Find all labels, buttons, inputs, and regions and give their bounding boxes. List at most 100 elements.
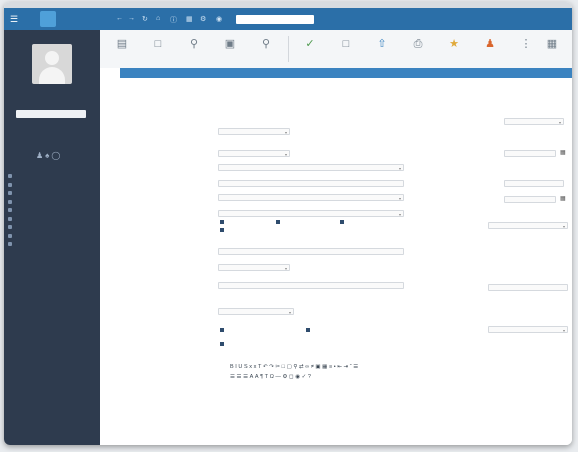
select-field[interactable]: ▾ — [488, 222, 568, 229]
text-field[interactable] — [218, 282, 404, 289]
nav-icon — [8, 182, 12, 187]
hamburger-icon[interactable]: ☰ — [10, 14, 20, 24]
sidebar-item[interactable] — [8, 181, 96, 190]
ribbon-button-save-close[interactable]: ▤ — [104, 33, 140, 66]
ribbon-button-export[interactable]: ⇧ — [364, 33, 400, 66]
calendar-icon[interactable]: ▦ — [186, 15, 193, 23]
sidebar-filter-input[interactable] — [16, 110, 86, 118]
sidebar-item[interactable] — [8, 240, 96, 249]
clock-icon[interactable]: ◯ — [51, 151, 62, 160]
select-field[interactable]: ▾ — [218, 164, 404, 171]
ribbon-button-new[interactable]: ▣ — [212, 33, 248, 66]
refresh-icon[interactable]: ↻ — [142, 15, 148, 23]
star-icon: ★ — [449, 38, 459, 50]
nav-icon — [8, 191, 12, 196]
sidebar-item[interactable] — [8, 172, 96, 181]
remove-chip-icon — [220, 219, 224, 224]
ribbon-button-extra[interactable]: ▦ — [534, 33, 570, 66]
calendar-icon[interactable]: ▦ — [560, 150, 566, 156]
align-left-icon[interactable]: ☰ — [353, 364, 360, 370]
rich-text-toolbar-row-1: BIUSxxT↶↷✂□▢⚲⇄∞≠▣▦≡•⇤⇥“☰ — [230, 364, 360, 370]
tab[interactable] — [240, 68, 260, 78]
tab-general[interactable] — [100, 68, 120, 78]
ribbon-button-save[interactable]: □ — [140, 33, 176, 66]
chevron-down-icon: ▾ — [558, 120, 561, 125]
select-field[interactable]: ▾ — [218, 264, 290, 271]
calendar-icon[interactable]: ▦ — [560, 196, 566, 202]
selected-chip[interactable] — [220, 219, 226, 224]
people-icon[interactable]: ♟ — [36, 151, 45, 160]
select-field[interactable]: ▾ — [218, 128, 290, 135]
ribbon-button-find[interactable]: ⚲ — [248, 33, 284, 66]
top-bar: ☰ ← → ↻ ⌂ ⓘ ▦ ⚙ ◉ — [4, 8, 572, 30]
ribbon-button-document[interactable]: □ — [328, 33, 364, 66]
tab[interactable] — [140, 68, 160, 78]
nav-icon — [8, 242, 12, 247]
table-icon[interactable]: ▦ — [322, 364, 329, 370]
app-window: ☰ ← → ↻ ⌂ ⓘ ▦ ⚙ ◉ ♟♠◯ ▤ □ ⚲ ▣ ⚲ ✓ □ ⇧ ⎙ … — [4, 2, 572, 445]
app-logo[interactable] — [40, 11, 56, 27]
text-field[interactable] — [488, 284, 568, 291]
forward-icon[interactable]: → — [128, 15, 135, 22]
help-icon[interactable]: ◉ — [216, 15, 222, 23]
nav-icon — [8, 233, 12, 238]
multi-select-field[interactable]: ▾ — [218, 210, 404, 217]
chevron-down-icon: ▾ — [288, 310, 291, 315]
text-field[interactable] — [218, 248, 404, 255]
chevron-down-icon: ▾ — [398, 212, 401, 217]
user-icon: ♟ — [485, 38, 495, 50]
select-field[interactable]: ▾ — [488, 326, 568, 333]
sidebar-item[interactable] — [8, 189, 96, 198]
help-icon[interactable]: ? — [308, 374, 313, 380]
sidebar-item[interactable] — [8, 198, 96, 207]
selected-chip[interactable] — [340, 219, 346, 224]
chevron-down-icon: ▾ — [562, 328, 565, 333]
global-search-input[interactable] — [236, 15, 314, 24]
checkbox[interactable] — [220, 341, 226, 346]
ribbon-button-check[interactable]: ✓ — [292, 33, 328, 66]
chevron-down-icon: ▾ — [398, 196, 401, 201]
text-field[interactable] — [218, 180, 404, 187]
tab[interactable] — [160, 68, 180, 78]
back-icon[interactable]: ← — [116, 15, 123, 22]
sidebar: ♟♠◯ — [4, 30, 100, 445]
home-icon[interactable]: ⌂ — [156, 15, 160, 22]
selected-chip[interactable] — [276, 219, 282, 224]
select-field[interactable]: ▾ — [218, 194, 404, 201]
select-field[interactable]: ▾ — [218, 150, 290, 157]
more-icon: ⋮ — [520, 38, 532, 50]
ribbon-button-star[interactable]: ★ — [436, 33, 472, 66]
nav-icon — [8, 174, 12, 179]
nav-icon — [8, 199, 12, 204]
chevron-down-icon: ▾ — [284, 152, 287, 157]
tab[interactable] — [180, 68, 200, 78]
ribbon-button-print[interactable]: ⎙ — [400, 33, 436, 66]
text-field[interactable] — [504, 180, 564, 187]
select-field[interactable]: ▾ — [504, 118, 564, 125]
sidebar-item[interactable] — [8, 223, 96, 232]
settings-icon[interactable]: ⚙ — [200, 15, 206, 23]
sidebar-item[interactable] — [8, 232, 96, 241]
sidebar-item[interactable] — [8, 215, 96, 224]
hr-icon[interactable]: ― — [275, 374, 282, 380]
selected-chip[interactable] — [220, 327, 226, 332]
tab[interactable] — [120, 68, 140, 78]
select-field[interactable]: ▾ — [218, 308, 294, 315]
tab[interactable] — [220, 68, 240, 78]
selected-chip[interactable] — [306, 327, 312, 332]
sidebar-item[interactable] — [8, 206, 96, 215]
selected-chip[interactable] — [220, 227, 226, 232]
date-field[interactable] — [504, 150, 556, 157]
info-icon[interactable]: ⓘ — [170, 15, 177, 25]
remove-chip-icon — [220, 327, 224, 332]
remove-chip-icon — [220, 227, 224, 232]
tab[interactable] — [200, 68, 220, 78]
tab[interactable] — [260, 68, 280, 78]
ribbon-button-search[interactable]: ⚲ — [176, 33, 212, 66]
avatar[interactable] — [32, 44, 72, 84]
tab-strip — [100, 68, 572, 78]
avatar-head — [45, 51, 59, 65]
date-field[interactable] — [504, 196, 556, 203]
print-icon: ⎙ — [413, 38, 423, 50]
ribbon-button-user[interactable]: ♟ — [472, 33, 508, 66]
